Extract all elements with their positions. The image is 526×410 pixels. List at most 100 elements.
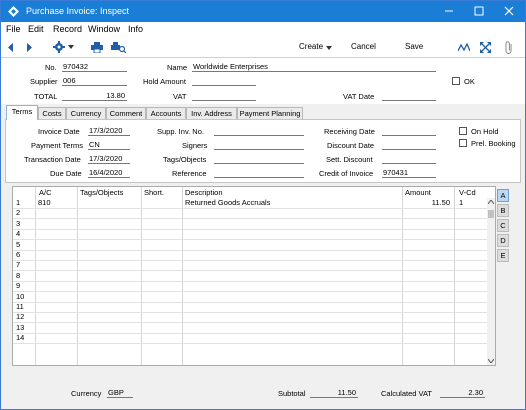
side-tab-e[interactable]: E [497, 249, 509, 262]
previous-record-icon[interactable] [7, 43, 15, 52]
cell-amount[interactable] [405, 323, 450, 334]
cell-description[interactable]: Returned Goods Accruals [185, 198, 270, 209]
cell-amount[interactable] [405, 302, 450, 313]
menu-file[interactable]: File [6, 24, 21, 34]
table-row[interactable]: 6 [13, 250, 487, 261]
side-tab-b[interactable]: B [497, 204, 509, 217]
save-button[interactable]: Save [405, 42, 423, 51]
menu-bar: File Edit Record Window Info [1, 22, 525, 37]
tab-comment[interactable]: Comment [106, 107, 146, 119]
table-row[interactable]: 12 [13, 312, 487, 324]
grid-scrollbar[interactable] [487, 198, 495, 365]
menu-window[interactable]: Window [88, 24, 120, 34]
subtotal-field: 11.50 [310, 388, 358, 398]
tab-accounts[interactable]: Accounts [146, 107, 186, 119]
next-record-icon[interactable] [25, 43, 33, 52]
minimize-icon[interactable] [441, 4, 457, 18]
name-field[interactable]: Worldwide Enterprises [192, 62, 436, 72]
attachment-icon[interactable] [504, 41, 514, 54]
table-row[interactable]: 3 [13, 219, 487, 230]
cell-amount[interactable] [405, 260, 450, 271]
cell-vcd[interactable]: 1 [459, 198, 463, 209]
reference-field[interactable] [214, 168, 304, 178]
cell-amount[interactable] [405, 208, 450, 219]
trend-icon[interactable] [458, 43, 470, 52]
menu-info[interactable]: Info [128, 24, 143, 34]
on-hold-checkbox[interactable] [459, 127, 467, 135]
vat-date-field[interactable] [382, 91, 436, 101]
due-date-field[interactable]: 16/4/2020 [88, 168, 130, 178]
supplier-field[interactable]: 006 [62, 76, 127, 86]
row-number: 12 [16, 312, 25, 322]
print-icon[interactable] [91, 42, 103, 53]
receiving-date-field[interactable] [382, 126, 436, 136]
tags-objects-label: Tags/Objects [163, 155, 207, 164]
currency-field[interactable]: GBP [107, 388, 133, 398]
maximize-icon[interactable] [471, 4, 487, 18]
cell-amount[interactable] [405, 312, 450, 323]
signers-field[interactable] [214, 140, 304, 150]
table-row[interactable]: 13 [13, 323, 487, 334]
col-header-ac: A/C [39, 188, 52, 197]
prel-booking-checkbox[interactable] [459, 139, 467, 147]
credit-of-invoice-field[interactable]: 970431 [382, 168, 436, 178]
row-number: 6 [16, 250, 21, 259]
print-preview-icon[interactable] [111, 42, 126, 53]
table-row[interactable]: 10 [13, 292, 487, 303]
transaction-date-field[interactable]: 17/3/2020 [88, 154, 130, 164]
scroll-thumb[interactable] [488, 210, 494, 218]
tab-currency[interactable]: Currency [66, 107, 106, 119]
vat-field[interactable] [192, 91, 256, 101]
prel-booking-label: Prel. Booking [471, 139, 516, 148]
discount-date-field[interactable] [382, 140, 436, 150]
table-row[interactable]: 8 [13, 271, 487, 282]
cell-amount[interactable] [405, 333, 450, 344]
side-tab-d[interactable]: D [497, 234, 509, 247]
cell-amount[interactable]: 11.50 [405, 198, 450, 209]
create-button[interactable]: Create [299, 42, 323, 51]
tab-costs[interactable]: Costs [38, 107, 66, 119]
hold-amount-field[interactable] [192, 76, 256, 86]
table-row[interactable]: 4 [13, 229, 487, 241]
ok-checkbox[interactable] [452, 77, 460, 85]
payment-terms-field[interactable]: CN [88, 140, 130, 150]
cell-amount[interactable] [405, 219, 450, 230]
cell-amount[interactable] [405, 271, 450, 282]
no-field[interactable]: 970432 [62, 62, 127, 72]
menu-record[interactable]: Record [53, 24, 82, 34]
tab-terms[interactable]: Terms [6, 105, 38, 120]
cell-amount[interactable] [405, 240, 450, 251]
close-icon[interactable] [501, 4, 517, 18]
tags-objects-field[interactable] [214, 154, 304, 164]
chevron-down-icon[interactable] [68, 45, 74, 49]
table-row[interactable]: 11 [13, 302, 487, 313]
expand-icon[interactable] [480, 42, 491, 53]
table-row[interactable]: 9 [13, 281, 487, 293]
sett-discount-field[interactable] [382, 154, 436, 164]
cell-amount[interactable] [405, 250, 450, 261]
cell-amount[interactable] [405, 281, 450, 292]
table-row[interactable]: 5 [13, 240, 487, 251]
cell-amount[interactable] [405, 292, 450, 303]
cancel-button[interactable]: Cancel [351, 42, 376, 51]
gear-icon[interactable] [53, 41, 65, 53]
side-tab-a[interactable]: A [497, 189, 509, 202]
create-dropdown-icon[interactable] [326, 46, 332, 50]
cell-amount[interactable] [405, 229, 450, 240]
currency-label: Currency [71, 389, 102, 398]
table-row[interactable]: 2 [13, 208, 487, 220]
invoice-rows-grid: A/C Tags/Objects Short. Description Amou… [12, 186, 496, 366]
tab-inv-address[interactable]: Inv. Address [186, 107, 237, 119]
table-row[interactable]: 14 [13, 333, 487, 345]
menu-edit[interactable]: Edit [28, 24, 44, 34]
table-row[interactable]: 7 [13, 260, 487, 272]
scroll-up-icon[interactable] [488, 200, 494, 204]
invoice-date-field[interactable]: 17/3/2020 [88, 126, 130, 136]
tab-payment-planning[interactable]: Payment Planning [237, 107, 303, 119]
name-label: Name [167, 63, 188, 72]
cell-ac[interactable]: 810 [38, 198, 51, 209]
supp-inv-no-field[interactable] [214, 126, 304, 136]
table-row[interactable]: 1 810 Returned Goods Accruals 11.50 1 [13, 198, 487, 209]
scroll-down-icon[interactable] [488, 359, 494, 363]
side-tab-c[interactable]: C [497, 219, 509, 232]
